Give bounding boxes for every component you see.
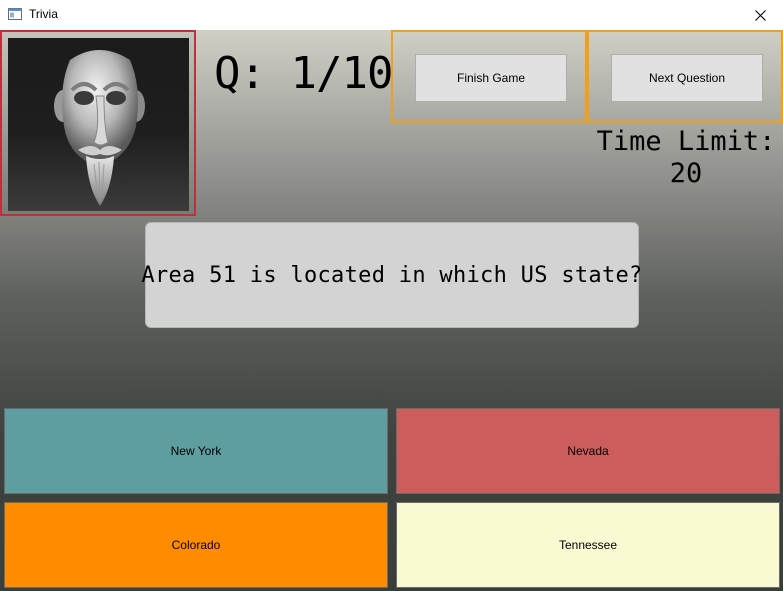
answer-button-1[interactable]: New York bbox=[4, 408, 388, 494]
answer-label-3: Colorado bbox=[171, 538, 221, 552]
time-limit-value: 20 bbox=[669, 158, 703, 189]
question-text: Area 51 is located in which US state? bbox=[141, 262, 643, 288]
finish-game-frame: Finish Game bbox=[391, 30, 587, 123]
close-icon bbox=[754, 9, 766, 21]
app-window-icon bbox=[8, 8, 22, 20]
answer-button-2[interactable]: Nevada bbox=[396, 408, 780, 494]
close-button[interactable] bbox=[737, 0, 783, 30]
next-question-frame: Next Question bbox=[587, 30, 783, 123]
answer-label-2: Nevada bbox=[567, 444, 609, 458]
answer-label-1: New York bbox=[170, 444, 222, 458]
title-bar: Trivia bbox=[0, 0, 783, 30]
answer-label-4: Tennessee bbox=[558, 538, 618, 552]
time-limit-label: Time Limit: bbox=[596, 126, 776, 157]
question-box: Area 51 is located in which US state? bbox=[141, 222, 642, 328]
avatar bbox=[8, 38, 189, 211]
answer-button-4[interactable]: Tennessee bbox=[396, 502, 780, 588]
window-title: Trivia bbox=[29, 7, 58, 21]
answer-button-3[interactable]: Colorado bbox=[4, 502, 388, 588]
game-area: Q: 1/10 Finish Game Next Question Time L… bbox=[0, 30, 783, 591]
avatar-frame bbox=[0, 30, 196, 216]
mask-face-image bbox=[54, 50, 145, 206]
question-counter: Q: 1/10 bbox=[214, 48, 393, 99]
finish-game-button[interactable]: Finish Game bbox=[415, 54, 567, 102]
time-limit: Time Limit: 20 bbox=[590, 126, 782, 190]
next-question-button[interactable]: Next Question bbox=[611, 54, 763, 102]
